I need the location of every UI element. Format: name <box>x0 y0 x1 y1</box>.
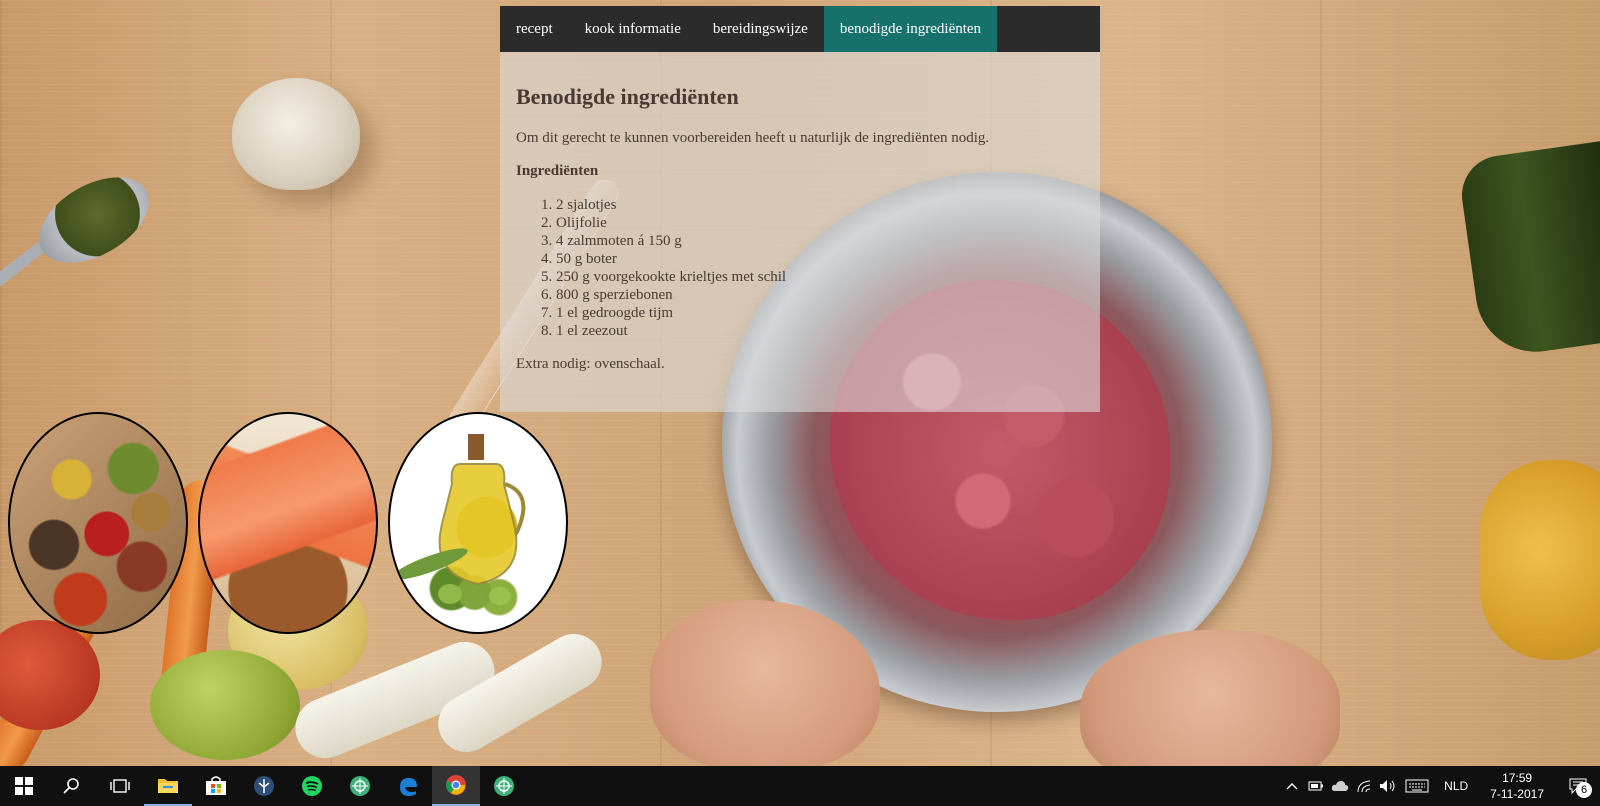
volume-control[interactable] <box>1376 766 1400 806</box>
page-title: Benodigde ingrediënten <box>516 84 739 109</box>
app-icon <box>254 776 274 796</box>
content-panel: Benodigde ingrediënten Om dit gerecht te… <box>500 52 1100 412</box>
taskbar-search-button[interactable] <box>48 766 96 806</box>
file-explorer-icon <box>158 779 178 793</box>
olive-oil-bottle-icon <box>392 434 526 609</box>
ingredient-item: 2 sjalotjes <box>556 196 1084 214</box>
battery-status[interactable] <box>1304 766 1328 806</box>
windows-start-button[interactable] <box>0 766 48 806</box>
chrome-icon <box>446 775 466 795</box>
network-status[interactable] <box>1352 766 1376 806</box>
taskbar-app[interactable] <box>480 766 528 806</box>
wifi-icon <box>1357 780 1371 793</box>
task-view-icon <box>110 779 130 793</box>
bottle-decoration <box>1456 140 1600 360</box>
ingredient-item: Olijfolie <box>556 214 1084 232</box>
app-icon <box>350 776 370 796</box>
ingredient-item: 50 g boter <box>556 250 1084 268</box>
taskbar-chrome[interactable] <box>432 766 480 806</box>
spoon-decoration <box>24 159 164 281</box>
windows-taskbar: NLD 17:59 7-11-2017 6 <box>0 766 1600 806</box>
windows-start-icon <box>15 777 33 795</box>
nav-item-kook-informatie[interactable]: kook informatie <box>569 6 697 52</box>
main-navigation: recept kook informatie bereidingswijze b… <box>500 6 1100 52</box>
clock-date: 7-11-2017 <box>1490 787 1544 801</box>
pear-decoration <box>150 650 300 760</box>
nav-item-bereidingswijze[interactable]: bereidingswijze <box>697 6 824 52</box>
nav-item-recept[interactable]: recept <box>500 6 569 52</box>
taskbar-store[interactable] <box>192 766 240 806</box>
taskbar-app[interactable] <box>240 766 288 806</box>
taskbar-spotify[interactable] <box>288 766 336 806</box>
intro-text: Om dit gerecht te kunnen voorbereiden he… <box>516 130 990 146</box>
edge-icon <box>400 778 417 796</box>
app-icon <box>494 776 514 796</box>
task-view-button[interactable] <box>96 766 144 806</box>
ingredient-item: 1 el gedroogde tijm <box>556 304 1084 322</box>
ingredients-list: 2 sjalotjes Olijfolie 4 zalmmoten á 150 … <box>516 196 1084 340</box>
system-tray: NLD 17:59 7-11-2017 6 <box>1280 766 1600 806</box>
search-icon <box>63 778 79 794</box>
spotify-icon <box>302 776 322 796</box>
extra-needed-text: Extra nodig: ovenschaal. <box>516 356 665 372</box>
taskbar-edge[interactable] <box>384 766 432 806</box>
taskbar-file-explorer[interactable] <box>144 766 192 806</box>
input-language-indicator[interactable]: NLD <box>1434 779 1478 793</box>
taskbar-app[interactable] <box>336 766 384 806</box>
speaker-icon <box>1380 780 1395 792</box>
ingredient-item: 4 zalmmoten á 150 g <box>556 232 1084 250</box>
ingredient-item: 250 g voorgekookte krieltjes met schil <box>556 268 1084 286</box>
action-center-button[interactable]: 6 <box>1556 766 1600 806</box>
olive-oil-photo <box>388 412 568 634</box>
chevron-up-icon <box>1286 783 1298 790</box>
nav-item-benodigde-ingredienten[interactable]: benodigde ingrediënten <box>823 6 998 52</box>
garlic-decoration <box>232 78 360 190</box>
store-icon <box>206 776 226 795</box>
keyboard-icon <box>1405 779 1429 793</box>
onedrive-status[interactable] <box>1328 766 1352 806</box>
cloud-icon <box>1331 781 1349 791</box>
ingredients-heading: Ingrediënten <box>516 163 599 179</box>
notification-count-badge: 6 <box>1576 782 1592 798</box>
taskbar-clock[interactable]: 17:59 7-11-2017 <box>1478 770 1556 802</box>
ingredient-item: 800 g sperziebonen <box>556 286 1084 304</box>
clock-time: 17:59 <box>1502 771 1533 785</box>
battery-icon <box>1308 781 1324 791</box>
spices-photo <box>8 412 188 634</box>
salmon-photo <box>198 412 378 634</box>
oil-jar-decoration <box>1480 460 1600 660</box>
ingredient-item: 1 el zeezout <box>556 322 1084 340</box>
touch-keyboard-button[interactable] <box>1400 766 1434 806</box>
show-hidden-icons-button[interactable] <box>1280 766 1304 806</box>
